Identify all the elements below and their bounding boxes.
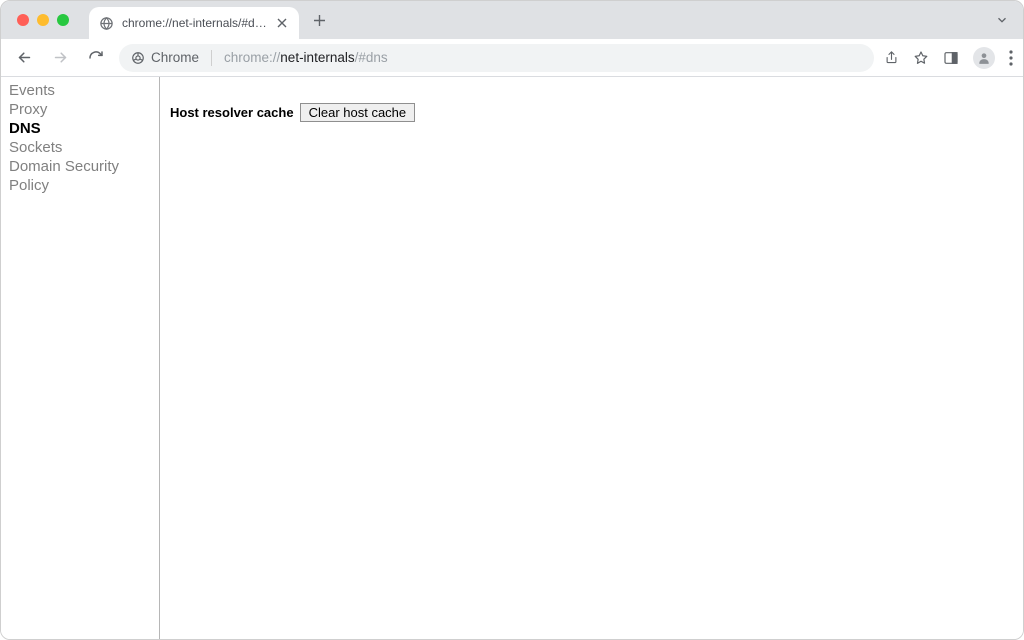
- url-text: chrome://net-internals/#dns: [224, 50, 388, 65]
- back-button[interactable]: [11, 45, 37, 71]
- tab-overflow-button[interactable]: [995, 13, 1009, 27]
- sidebar-item-domain-security-policy[interactable]: Domain Security Policy: [9, 157, 159, 195]
- toolbar: Chrome chrome://net-internals/#dns: [1, 39, 1023, 77]
- window-controls: [1, 14, 85, 26]
- chrome-icon: [131, 51, 145, 65]
- clear-host-cache-button[interactable]: Clear host cache: [300, 103, 416, 122]
- new-tab-button[interactable]: [305, 6, 333, 34]
- main-panel: Host resolver cache Clear host cache: [160, 77, 1023, 639]
- chrome-chip-label: Chrome: [151, 50, 199, 65]
- address-bar[interactable]: Chrome chrome://net-internals/#dns: [119, 44, 874, 72]
- host-resolver-cache-label: Host resolver cache: [170, 105, 294, 120]
- sidebar-item-proxy[interactable]: Proxy: [9, 100, 159, 119]
- minimize-window-button[interactable]: [37, 14, 49, 26]
- globe-icon: [99, 16, 114, 31]
- close-tab-button[interactable]: [275, 16, 289, 30]
- bookmark-star-icon[interactable]: [913, 50, 929, 66]
- content-area: Events Proxy DNS Sockets Domain Security…: [1, 77, 1023, 639]
- share-icon[interactable]: [884, 50, 899, 65]
- sidebar: Events Proxy DNS Sockets Domain Security…: [1, 77, 160, 639]
- omnibox-divider: [211, 50, 212, 66]
- tab-title: chrome://net-internals/#dns: [122, 16, 267, 30]
- url-suffix: /#dns: [355, 50, 388, 65]
- sidebar-item-sockets[interactable]: Sockets: [9, 138, 159, 157]
- forward-button[interactable]: [47, 45, 73, 71]
- url-prefix: chrome://: [224, 50, 280, 65]
- sidebar-item-events[interactable]: Events: [9, 81, 159, 100]
- close-window-button[interactable]: [17, 14, 29, 26]
- reload-button[interactable]: [83, 45, 109, 71]
- profile-avatar[interactable]: [973, 47, 995, 69]
- side-panel-icon[interactable]: [943, 50, 959, 66]
- zoom-window-button[interactable]: [57, 14, 69, 26]
- toolbar-right: [884, 47, 1013, 69]
- chrome-window: chrome://net-internals/#dns: [0, 0, 1024, 640]
- url-host: net-internals: [280, 50, 354, 65]
- chrome-chip: Chrome: [131, 50, 199, 65]
- sidebar-item-dns[interactable]: DNS: [9, 119, 159, 138]
- browser-tab[interactable]: chrome://net-internals/#dns: [89, 7, 299, 39]
- host-resolver-row: Host resolver cache Clear host cache: [170, 103, 1023, 122]
- tab-strip: chrome://net-internals/#dns: [1, 1, 1023, 39]
- menu-button[interactable]: [1009, 50, 1013, 66]
